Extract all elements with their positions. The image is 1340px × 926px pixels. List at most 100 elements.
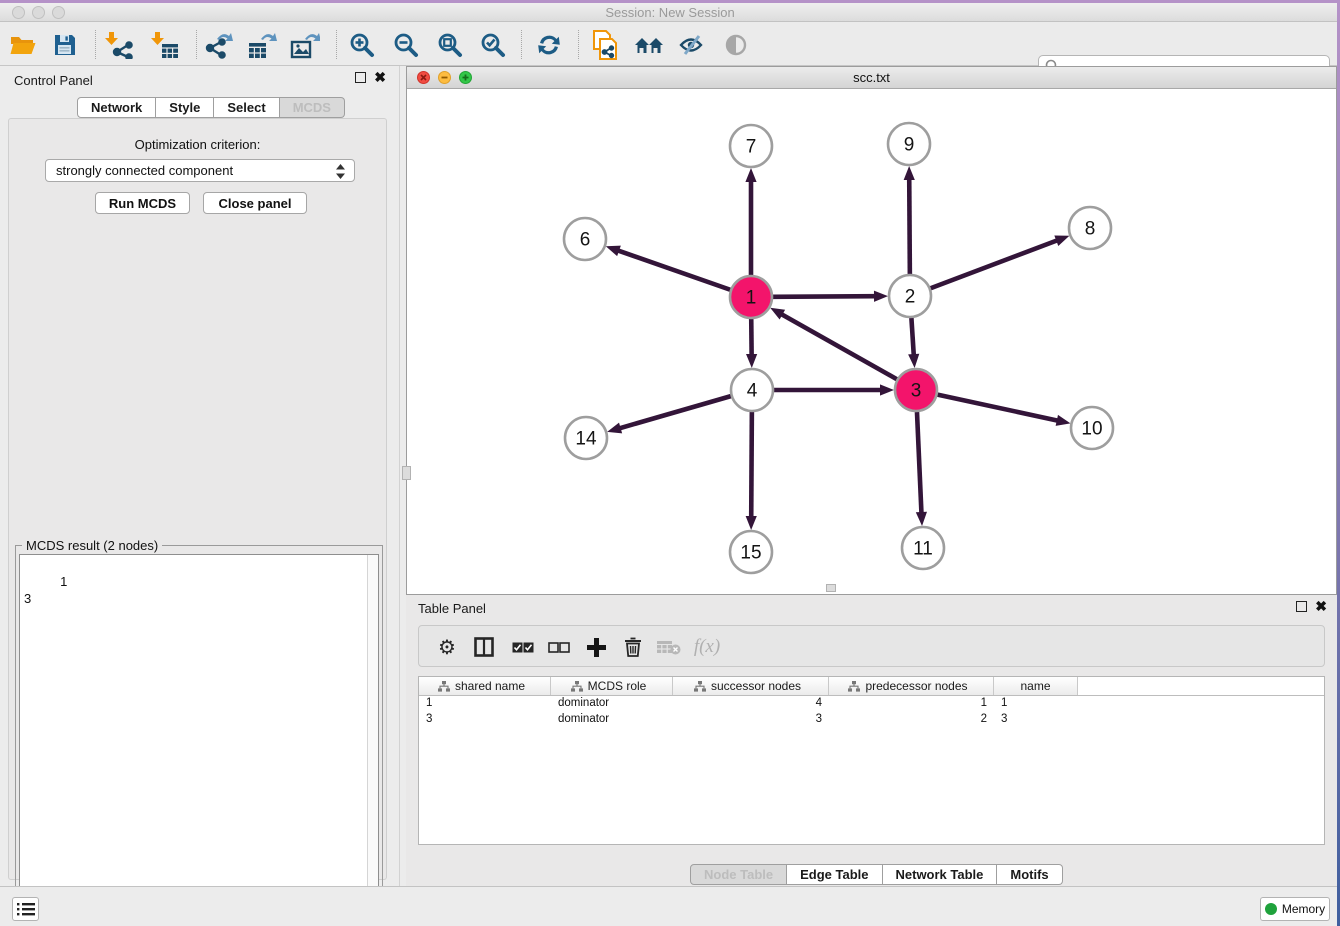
- tab-network-table[interactable]: Network Table: [883, 864, 998, 885]
- graph-node-6[interactable]: 6: [564, 218, 606, 260]
- function-builder-icon[interactable]: f(x): [691, 631, 723, 663]
- tab-network[interactable]: Network: [77, 97, 156, 118]
- float-panel-icon[interactable]: [355, 72, 366, 83]
- open-file-icon[interactable]: [6, 29, 40, 61]
- delete-table-icon[interactable]: [653, 631, 685, 663]
- column-layout-icon[interactable]: [468, 631, 500, 663]
- column-header-MCDS-role[interactable]: MCDS role: [551, 677, 673, 695]
- svg-text:2: 2: [905, 287, 916, 308]
- export-table-icon[interactable]: [245, 29, 279, 61]
- network-canvas[interactable]: 7 9 6 8 1 2 4 3 14 10 15 11: [407, 89, 1336, 594]
- graph-edge-2-9[interactable]: [904, 166, 915, 274]
- import-table-icon[interactable]: [148, 29, 182, 61]
- export-network-icon[interactable]: [202, 29, 236, 61]
- table-row[interactable]: 3dominator323: [419, 712, 1324, 728]
- splitter-handle[interactable]: [402, 466, 411, 480]
- run-mcds-button[interactable]: Run MCDS: [95, 192, 190, 214]
- network-window-titlebar[interactable]: scc.txt: [407, 67, 1336, 89]
- float-table-panel-icon[interactable]: [1296, 601, 1307, 612]
- toolbar-separator: [521, 30, 522, 59]
- show-details-eye-icon[interactable]: [719, 29, 753, 61]
- cell-shared-name[interactable]: 1: [419, 696, 551, 712]
- graph-edge-3-11[interactable]: [916, 412, 927, 526]
- splitter-handle[interactable]: [826, 584, 836, 592]
- table-header-row: shared nameMCDS rolesuccessor nodesprede…: [419, 677, 1324, 696]
- graph-node-11[interactable]: 11: [902, 527, 944, 569]
- svg-text:10: 10: [1081, 419, 1102, 440]
- cell-name[interactable]: 1: [994, 696, 1078, 712]
- column-header-name[interactable]: name: [994, 677, 1078, 695]
- graph-node-10[interactable]: 10: [1071, 407, 1113, 449]
- zoom-in-icon[interactable]: [345, 29, 379, 61]
- table-type-tabs: Node TableEdge TableNetwork TableMotifs: [690, 864, 1063, 885]
- refresh-view-icon[interactable]: [532, 29, 566, 61]
- tab-mcds[interactable]: MCDS: [280, 97, 345, 118]
- import-network-icon[interactable]: [102, 29, 136, 61]
- graph-edge-1-7[interactable]: [745, 168, 756, 275]
- column-header-shared-name[interactable]: shared name: [419, 677, 551, 695]
- graph-edge-2-3[interactable]: [908, 318, 919, 368]
- tab-node-table[interactable]: Node Table: [690, 864, 787, 885]
- table-row[interactable]: 1dominator411: [419, 696, 1324, 712]
- graph-edge-4-14[interactable]: [607, 396, 731, 433]
- graph-edge-2-8[interactable]: [931, 235, 1070, 288]
- tab-motifs[interactable]: Motifs: [997, 864, 1062, 885]
- column-header-predecessor-nodes[interactable]: predecessor nodes: [829, 677, 994, 695]
- graph-edge-4-3[interactable]: [774, 384, 894, 395]
- graph-node-1[interactable]: 1: [730, 276, 772, 318]
- clone-network-icon[interactable]: [588, 29, 622, 61]
- home-network-icon[interactable]: [632, 29, 666, 61]
- graph-node-3[interactable]: 3: [895, 369, 937, 411]
- cell-shared-name[interactable]: 3: [419, 712, 551, 728]
- delete-column-trash-icon[interactable]: [617, 631, 649, 663]
- tab-select[interactable]: Select: [214, 97, 279, 118]
- cell-successor-nodes[interactable]: 3: [673, 712, 829, 728]
- toolbar-separator: [578, 30, 579, 59]
- zoom-out-icon[interactable]: [389, 29, 423, 61]
- column-header-successor-nodes[interactable]: successor nodes: [673, 677, 829, 695]
- mcds-result-text[interactable]: 1 3: [19, 554, 379, 923]
- graph-node-9[interactable]: 9: [888, 123, 930, 165]
- hide-unselected-eye-icon[interactable]: [675, 29, 709, 61]
- cell-MCDS-role[interactable]: dominator: [551, 696, 673, 712]
- tab-edge-table[interactable]: Edge Table: [787, 864, 882, 885]
- graph-node-7[interactable]: 7: [730, 125, 772, 167]
- result-scrollbar[interactable]: [367, 555, 378, 922]
- tab-style[interactable]: Style: [156, 97, 214, 118]
- zoom-fit-icon[interactable]: [433, 29, 467, 61]
- deselect-all-columns-icon[interactable]: [543, 631, 575, 663]
- close-table-panel-icon[interactable]: ✖: [1315, 601, 1327, 612]
- panel-divider[interactable]: [399, 66, 400, 886]
- table-toolbar: ⚙ f(x): [418, 625, 1325, 667]
- graph-edge-1-4[interactable]: [746, 319, 757, 368]
- save-session-icon[interactable]: [48, 29, 82, 61]
- add-column-plus-icon[interactable]: [580, 631, 612, 663]
- memory-status-button[interactable]: Memory: [1260, 897, 1330, 921]
- cell-name[interactable]: 3: [994, 712, 1078, 728]
- close-panel-icon[interactable]: ✖: [374, 72, 386, 83]
- cell-predecessor-nodes[interactable]: 2: [829, 712, 994, 728]
- graph-edge-1-2[interactable]: [773, 291, 888, 302]
- select-all-columns-icon[interactable]: [507, 631, 539, 663]
- application-window: Session: New Session: [0, 0, 1340, 926]
- graph-edge-1-6[interactable]: [606, 246, 730, 290]
- table-panel-title: Table Panel: [418, 601, 486, 616]
- graph-node-4[interactable]: 4: [731, 369, 773, 411]
- export-image-icon[interactable]: [288, 29, 322, 61]
- graph-edge-3-1[interactable]: [770, 308, 897, 379]
- close-panel-button[interactable]: Close panel: [203, 192, 307, 214]
- cell-MCDS-role[interactable]: dominator: [551, 712, 673, 728]
- graph-node-2[interactable]: 2: [889, 275, 931, 317]
- graph-node-8[interactable]: 8: [1069, 207, 1111, 249]
- criterion-dropdown[interactable]: strongly connected component: [45, 159, 355, 182]
- mcds-panel: Optimization criterion: strongly connect…: [8, 118, 387, 880]
- task-history-list-icon[interactable]: [12, 897, 39, 921]
- graph-edge-3-10[interactable]: [938, 395, 1071, 426]
- zoom-selected-icon[interactable]: [476, 29, 510, 61]
- graph-edge-4-15[interactable]: [746, 412, 757, 530]
- graph-node-15[interactable]: 15: [730, 531, 772, 573]
- graph-node-14[interactable]: 14: [565, 417, 607, 459]
- cell-successor-nodes[interactable]: 4: [673, 696, 829, 712]
- column-settings-gear-icon[interactable]: ⚙: [431, 631, 463, 663]
- cell-predecessor-nodes[interactable]: 1: [829, 696, 994, 712]
